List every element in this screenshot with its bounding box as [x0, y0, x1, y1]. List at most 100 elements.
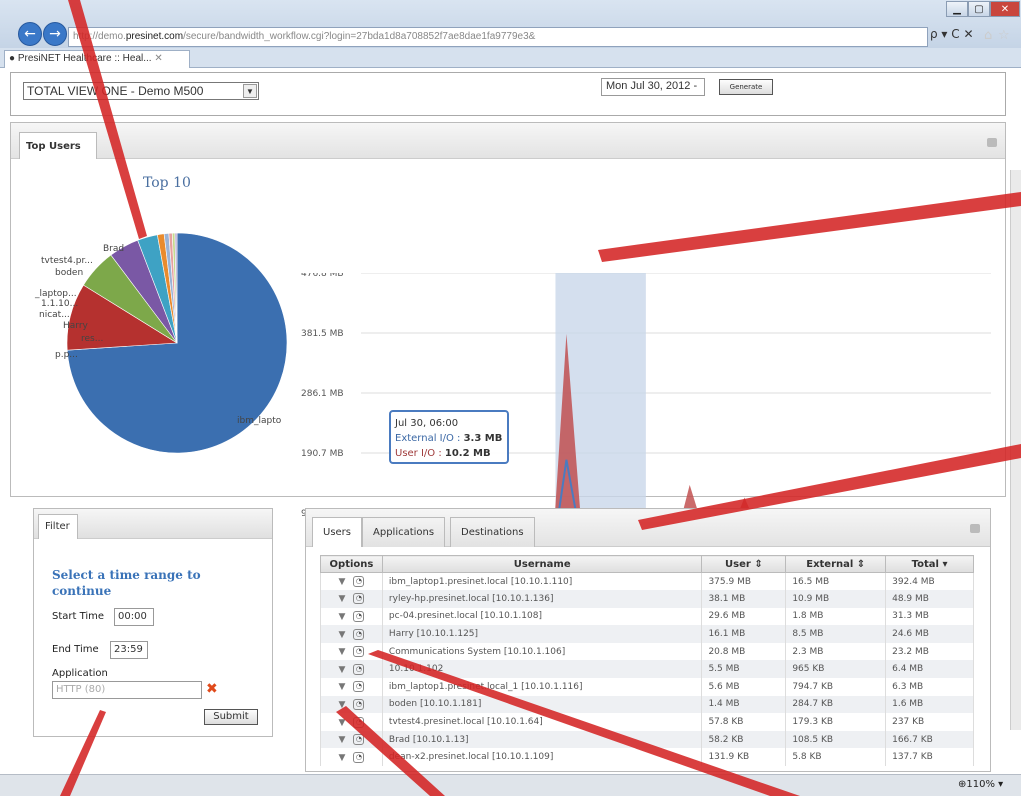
pie-label: Harry [63, 321, 89, 331]
table-row[interactable]: ▼ ◔ ibm_laptop1.presinet.local [10.10.1.11… [320, 572, 974, 591]
table-row[interactable]: ▼ ◔ dean-x2.presinet.local [10.10.1.109] 13… [320, 748, 974, 767]
home-icon[interactable]: ⌂ [984, 28, 992, 43]
gauge-icon[interactable]: ◔ [353, 751, 365, 763]
y-tick-label: 286.1 MB [301, 389, 344, 399]
table-row[interactable]: ▼ ◔ Communications System [10.10.1.106] 20.… [320, 642, 974, 661]
cell-username[interactable]: boden [10.10.1.181] [381, 695, 703, 714]
cell-username[interactable]: dean-x2.presinet.local [10.10.1.109] [381, 748, 703, 767]
cell-username[interactable]: 10.10.1.102 [381, 660, 703, 679]
cell-external: 5.8 KB [785, 748, 887, 767]
application-input[interactable]: HTTP (80) [52, 681, 202, 699]
table-row[interactable]: ▼ ◔ pc-04.presinet.local [10.10.1.108] 29.6… [320, 607, 974, 626]
column-username[interactable]: Username [381, 555, 703, 573]
row-options: ▼ ◔ [320, 748, 383, 767]
close-tab-icon[interactable]: ✕ [154, 53, 162, 64]
row-options: ▼ ◔ [320, 625, 383, 643]
tab-users[interactable]: Users [312, 517, 363, 547]
forward-icon[interactable]: → [43, 22, 67, 46]
tab-top-users[interactable]: Top Users [19, 132, 97, 159]
filter-icon[interactable]: ▼ [339, 700, 346, 710]
filter-header: Filter [34, 509, 272, 539]
gauge-icon[interactable]: ◔ [353, 576, 365, 588]
table-row[interactable]: ▼ ◔ ryley-hp.presinet.local [10.10.1.136] 3… [320, 590, 974, 608]
tab-applications[interactable]: Applications [362, 517, 446, 547]
gauge-icon[interactable]: ◔ [353, 610, 365, 622]
tab-destinations[interactable]: Destinations [450, 517, 535, 547]
gauge-icon[interactable]: ◔ [353, 646, 365, 658]
top-users-panel-header: Top Users [11, 123, 1005, 159]
filter-icon[interactable]: ▼ [339, 718, 346, 728]
table-row[interactable]: ▼ ◔ 10.10.1.102 5.5 MB 965 KB 6.4 MB [320, 660, 974, 679]
table-row[interactable]: ▼ ◔ Harry [10.10.1.125] 16.1 MB 8.5 MB 24.6 M… [320, 625, 974, 643]
table-row[interactable]: ▼ ◔ boden [10.10.1.181] 1.4 MB 284.7 KB 1.6 M… [320, 695, 974, 714]
maximize-button[interactable]: ▢ [968, 1, 990, 17]
cell-user: 29.6 MB [701, 607, 787, 626]
address-controls[interactable]: ρ ▾ C ✕ [930, 27, 974, 41]
table-row[interactable]: ▼ ◔ Brad [10.10.1.13] 58.2 KB 108.5 KB 166.7 … [320, 730, 974, 749]
filter-icon[interactable]: ▼ [339, 682, 346, 692]
cell-username[interactable]: ibm_laptop1.presinet.local_1 [10.10.1.11… [381, 678, 703, 696]
column-total[interactable]: Total ▾ [885, 555, 974, 573]
cell-username[interactable]: tvtest4.presinet.local [10.10.1.64] [381, 713, 703, 731]
date-select[interactable]: Mon Jul 30, 2012 - [601, 78, 705, 96]
filter-icon[interactable]: ▼ [339, 612, 346, 622]
gauge-icon[interactable]: ◔ [353, 716, 365, 728]
generate-button[interactable]: Generate [719, 79, 773, 95]
cell-total: 137.7 KB [885, 748, 974, 767]
y-tick-label: 476.8 MB [301, 273, 344, 279]
gauge-icon[interactable]: ◔ [353, 663, 365, 675]
minimize-button[interactable]: ▁ [946, 1, 968, 17]
page-scrollbar[interactable] [1010, 170, 1021, 730]
column-user[interactable]: User ⇕ [701, 555, 787, 573]
filter-icon[interactable]: ▼ [339, 594, 346, 604]
filter-icon[interactable]: ▼ [339, 753, 346, 763]
column-external[interactable]: External ⇕ [785, 555, 887, 573]
close-window-button[interactable]: ✕ [990, 1, 1020, 17]
browser-tab[interactable]: ● PresiNET Healthcare :: Heal... ✕ [4, 50, 190, 68]
lock-icon[interactable] [987, 138, 997, 147]
cell-external: 2.3 MB [785, 642, 887, 661]
cell-external: 8.5 MB [785, 625, 887, 643]
cell-user: 375.9 MB [701, 572, 787, 591]
cell-total: 48.9 MB [885, 590, 974, 608]
gauge-icon[interactable]: ◔ [353, 628, 365, 640]
cell-total: 166.7 KB [885, 730, 974, 749]
table-row[interactable]: ▼ ◔ tvtest4.presinet.local [10.10.1.64] 57.… [320, 713, 974, 731]
zoom-level[interactable]: ⊕110% ▾ [958, 779, 1003, 790]
gauge-icon[interactable]: ◔ [353, 698, 365, 710]
cell-username[interactable]: ibm_laptop1.presinet.local [10.10.1.110] [381, 572, 703, 591]
view-select[interactable]: TOTAL VIEW ONE - Demo M500 ▼ [23, 82, 259, 100]
cell-username[interactable]: ryley-hp.presinet.local [10.10.1.136] [381, 590, 703, 608]
filter-icon[interactable]: ▼ [339, 735, 346, 745]
browser-statusbar: ⊕110% ▾ [0, 774, 1021, 796]
filter-icon[interactable]: ▼ [339, 647, 346, 657]
chevron-down-icon[interactable]: ▼ [243, 84, 257, 98]
gauge-icon[interactable]: ◔ [353, 681, 365, 693]
filter-icon[interactable]: ▼ [339, 630, 346, 640]
cell-username[interactable]: Harry [10.10.1.125] [381, 625, 703, 643]
pie-label: tvtest4.pr... [41, 256, 93, 266]
tab-filter[interactable]: Filter [38, 514, 78, 539]
filter-icon[interactable]: ▼ [339, 665, 346, 675]
row-options: ▼ ◔ [320, 678, 383, 696]
end-time-input[interactable]: 23:59 [110, 641, 148, 659]
filter-panel: Filter Select a time range to continue S… [33, 508, 273, 737]
filter-icon[interactable]: ▼ [339, 577, 346, 587]
table-row[interactable]: ▼ ◔ ibm_laptop1.presinet.local_1 [10.10.1.… [320, 678, 974, 696]
cell-username[interactable]: pc-04.presinet.local [10.10.1.108] [381, 607, 703, 626]
favorites-icon[interactable]: ☆ [998, 28, 1010, 43]
start-time-input[interactable]: 00:00 [114, 608, 154, 626]
submit-button[interactable]: Submit [204, 709, 258, 725]
tooltip-user-value: 10.2 MB [444, 448, 491, 459]
cell-user: 38.1 MB [701, 590, 787, 608]
gauge-icon[interactable]: ◔ [353, 593, 365, 605]
row-options: ▼ ◔ [320, 572, 383, 591]
address-bar[interactable]: http://demo.presinet.com/secure/bandwidt… [68, 27, 928, 47]
cell-username[interactable]: Communications System [10.10.1.106] [381, 642, 703, 661]
back-icon[interactable]: ← [18, 22, 42, 46]
lock-icon[interactable] [970, 524, 980, 533]
gauge-icon[interactable]: ◔ [353, 734, 365, 746]
cell-username[interactable]: Brad [10.10.1.13] [381, 730, 703, 749]
row-options: ▼ ◔ [320, 590, 383, 608]
clear-icon[interactable]: ✖ [206, 681, 218, 697]
